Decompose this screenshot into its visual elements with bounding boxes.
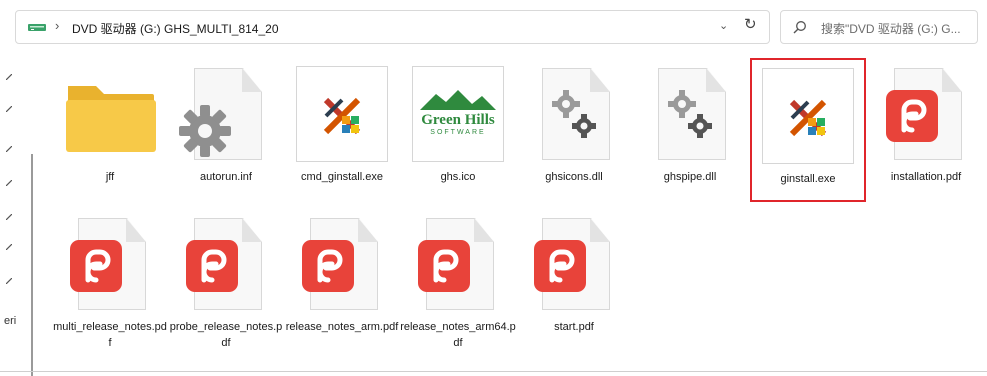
installer-exe-icon (758, 68, 858, 168)
installer-exe-icon (292, 66, 392, 166)
dll-gears-icon (640, 66, 740, 166)
pdf-icon (292, 216, 392, 316)
file-item-ghsicons-dll[interactable]: ghsicons.dll (516, 56, 632, 200)
pdf-icon (408, 216, 508, 316)
top-bar: › DVD 驱动器 (G:) GHS_MULTI_814_20 ⌄ ↻ 搜索"D… (0, 0, 987, 56)
file-name: autorun.inf (200, 171, 252, 183)
pdf-icon (876, 66, 976, 166)
bottom-divider (0, 371, 987, 372)
file-item-start-pdf[interactable]: start.pdf (516, 206, 632, 350)
search-icon (793, 21, 806, 34)
file-item-cmd-ginstall-exe[interactable]: cmd_ginstall.exe (284, 56, 400, 200)
dll-gears-icon (524, 66, 624, 166)
settings-file-icon (176, 66, 276, 166)
file-item-ghs-ico[interactable]: Green Hills SOFTWARE ghs.ico (400, 56, 516, 200)
file-name: jff (105, 171, 115, 183)
file-name: installation.pdf (890, 171, 962, 183)
navigation-pane (0, 56, 40, 376)
file-name: ghs.ico (440, 171, 476, 183)
green-hills-logo-icon: Green Hills SOFTWARE (408, 66, 508, 166)
pin-icon[interactable] (6, 278, 12, 284)
pin-icon[interactable] (6, 244, 12, 250)
file-item-ginstall-exe[interactable]: ginstall.exe (750, 58, 866, 202)
file-item-multi-release-notes-pdf[interactable]: multi_release_notes.pdf (52, 206, 168, 350)
pin-icon[interactable] (6, 106, 12, 112)
pin-icon[interactable] (6, 180, 12, 186)
address-bar[interactable]: › DVD 驱动器 (G:) GHS_MULTI_814_20 ⌄ ↻ (15, 10, 770, 44)
file-item-probe-release-notes-pdf[interactable]: probe_release_notes.pdf (168, 206, 284, 350)
pin-icon[interactable] (6, 214, 12, 220)
logo-sub: SOFTWARE (430, 129, 486, 136)
refresh-icon[interactable]: ↻ (744, 15, 757, 33)
folder-icon (66, 86, 156, 152)
file-item-ghspipe-dll[interactable]: ghspipe.dll (632, 56, 748, 200)
breadcrumb-path[interactable]: DVD 驱动器 (G:) GHS_MULTI_814_20 (72, 20, 279, 37)
file-name: cmd_ginstall.exe (301, 171, 383, 183)
file-name: probe_release_notes.pdf (169, 321, 283, 349)
file-name: ghspipe.dll (663, 171, 717, 183)
file-name: release_notes_arm.pdf (285, 321, 399, 333)
file-item-release-notes-arm64-pdf[interactable]: release_notes_arm64.pdf (400, 206, 516, 350)
file-name: release_notes_arm64.pdf (400, 321, 516, 349)
pane-divider[interactable] (31, 154, 33, 376)
pdf-icon (176, 216, 276, 316)
pdf-icon (524, 216, 624, 316)
logo-brand: Green Hills (421, 112, 495, 128)
chevron-down-icon[interactable]: ⌄ (719, 19, 728, 32)
file-item-autorun-inf[interactable]: autorun.inf (168, 56, 284, 200)
file-name: start.pdf (554, 321, 594, 333)
nav-item-partial-label[interactable]: eri (4, 315, 16, 327)
pin-icon[interactable] (6, 74, 12, 80)
pdf-icon (60, 216, 160, 316)
file-item-installation-pdf[interactable]: installation.pdf (868, 56, 984, 200)
gear-icon (179, 105, 231, 157)
breadcrumb-separator: › (55, 18, 60, 33)
file-item-jff[interactable]: jff (52, 56, 168, 200)
pin-icon[interactable] (6, 146, 12, 152)
dvd-drive-icon (28, 24, 46, 31)
search-placeholder: 搜索"DVD 驱动器 (G:) G... (821, 22, 961, 36)
search-input[interactable]: 搜索"DVD 驱动器 (G:) G... (780, 10, 978, 44)
file-item-release-notes-arm-pdf[interactable]: release_notes_arm.pdf (284, 206, 400, 350)
file-name: ghsicons.dll (545, 171, 603, 183)
file-name: ginstall.exe (780, 173, 836, 185)
file-name: multi_release_notes.pdf (53, 321, 167, 349)
